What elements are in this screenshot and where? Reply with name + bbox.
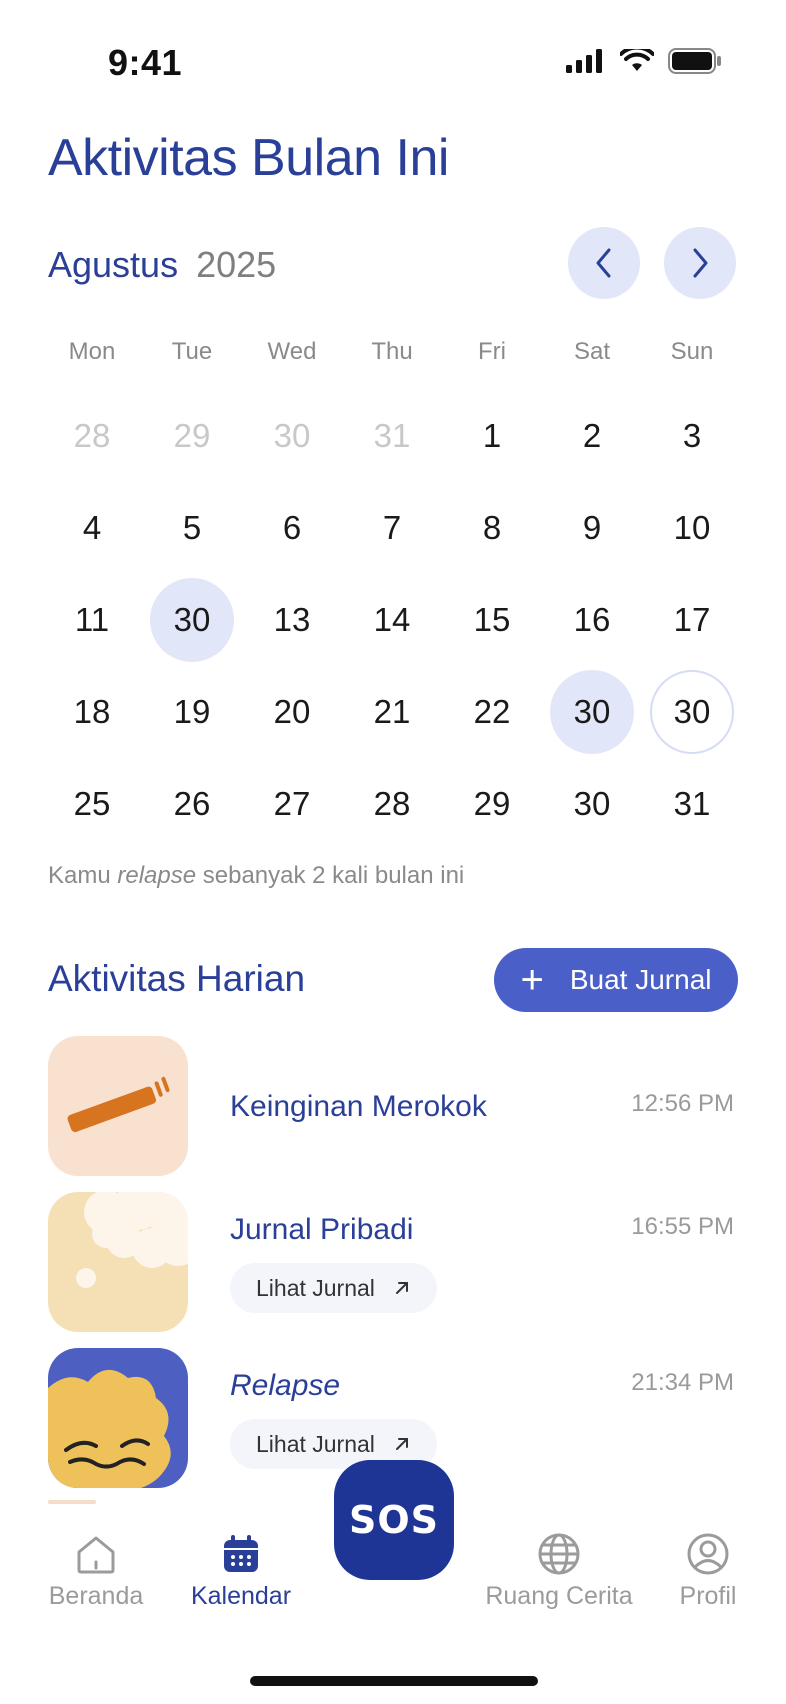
calendar-day[interactable]: 1 <box>442 390 542 482</box>
year-label: 2025 <box>196 244 277 285</box>
next-item-peek <box>48 1500 96 1504</box>
calendar-icon <box>224 1535 258 1572</box>
month-label: Agustus <box>48 244 179 285</box>
calendar-day[interactable]: 4 <box>42 482 142 574</box>
section-title-daily: Aktivitas Harian <box>48 958 306 999</box>
calendar-day[interactable]: 18 <box>42 666 142 758</box>
calendar-week: 25 26 27 28 29 30 31 <box>42 758 742 850</box>
signal-icon <box>566 49 602 73</box>
calendar-day[interactable]: 30 <box>542 758 642 850</box>
activity-title: Jurnal Pribadi <box>230 1213 414 1246</box>
calendar-day[interactable]: 11 <box>42 574 142 666</box>
sad-face-icon <box>48 1348 188 1488</box>
activity-item[interactable] <box>48 1192 188 1332</box>
activity-time: 21:34 PM <box>631 1369 734 1396</box>
home-icon <box>77 1536 115 1574</box>
calendar-day[interactable]: 13 <box>242 574 342 666</box>
relapse-summary: Kamu relapse sebanyak 2 kali bulan ini <box>48 862 465 889</box>
calendar-day[interactable]: 28 <box>342 758 442 850</box>
calendar-day[interactable]: 8 <box>442 482 542 574</box>
nav-label: Beranda <box>48 1582 144 1610</box>
calendar-day[interactable]: 15 <box>442 574 542 666</box>
calendar-day[interactable]: 16 <box>542 574 642 666</box>
calendar-week: 28 29 30 31 1 2 3 <box>42 390 742 482</box>
weekday-header: Mon Tue Wed Thu Fri Sat Sun <box>42 330 742 374</box>
nav-label: Kalendar <box>190 1582 292 1610</box>
wifi-icon <box>620 49 654 71</box>
weekday-label: Wed <box>267 338 317 365</box>
calendar-day[interactable]: 3 <box>642 390 742 482</box>
calendar-day[interactable]: 19 <box>142 666 242 758</box>
plus-icon: + <box>520 958 544 1002</box>
calendar-day[interactable]: 31 <box>342 390 442 482</box>
calendar-day[interactable]: 6 <box>242 482 342 574</box>
calendar-day[interactable]: 26 <box>142 758 242 850</box>
calendar-day-today[interactable]: 30 <box>642 666 742 758</box>
status-icons <box>566 48 722 74</box>
calendar-day[interactable]: 9 <box>542 482 642 574</box>
view-journal-label: Lihat Jurnal <box>256 1274 375 1301</box>
calendar-day[interactable]: 5 <box>142 482 242 574</box>
home-indicator <box>250 1676 538 1686</box>
calendar-day[interactable]: 30 <box>242 390 342 482</box>
create-journal-button[interactable]: + Buat Jurnal <box>494 948 738 1012</box>
nav-label: Profil <box>679 1582 737 1610</box>
nav-item-kalendar[interactable]: Kalendar <box>186 1532 296 1611</box>
weekday-label: Sun <box>670 338 714 365</box>
calendar-day[interactable]: 14 <box>342 574 442 666</box>
profile-icon <box>687 1533 729 1575</box>
create-journal-label: Buat Jurnal <box>569 964 712 995</box>
sos-button[interactable]: SOS <box>334 1460 454 1580</box>
calendar-day[interactable]: 29 <box>142 390 242 482</box>
calendar-day[interactable]: 28 <box>42 390 142 482</box>
calendar-day[interactable]: 2 <box>542 390 642 482</box>
calendar-day[interactable]: 22 <box>442 666 542 758</box>
calendar-week: 18 19 20 21 22 30 30 <box>42 666 742 758</box>
chevron-right-icon <box>693 248 708 278</box>
view-journal-label: Lihat Jurnal <box>256 1430 375 1457</box>
battery-icon <box>668 48 721 74</box>
arrow-up-right-icon <box>395 1438 408 1450</box>
calendar-day[interactable]: 21 <box>342 666 442 758</box>
view-journal-link[interactable]: Lihat Jurnal <box>230 1263 437 1313</box>
month-year: Agustus 2025 <box>48 244 276 286</box>
calendar-day[interactable]: 10 <box>642 482 742 574</box>
calendar-day[interactable]: 20 <box>242 666 342 758</box>
thought-cloud-icon <box>48 1192 188 1332</box>
calendar-week: 11 30 13 14 15 16 17 <box>42 574 742 666</box>
calendar-week: 4 5 6 7 8 9 10 <box>42 482 742 574</box>
calendar-day[interactable]: 17 <box>642 574 742 666</box>
weekday-label: Thu <box>371 338 413 365</box>
arrow-up-right-icon <box>395 1282 408 1294</box>
activity-item[interactable] <box>48 1348 188 1488</box>
page-title: Aktivitas Bulan Ini <box>48 129 449 187</box>
activity-item[interactable] <box>48 1036 188 1176</box>
prev-month-button[interactable] <box>568 227 640 299</box>
nav-item-ruang-cerita[interactable]: Ruang Cerita <box>484 1532 634 1611</box>
weekday-label: Tue <box>171 338 213 365</box>
calendar-day-highlighted[interactable]: 30 <box>142 574 242 666</box>
nav-label: Ruang Cerita <box>485 1582 633 1610</box>
weekday-label: Mon <box>68 338 116 365</box>
next-month-button[interactable] <box>664 227 736 299</box>
activity-title: Relapse <box>230 1369 341 1402</box>
globe-icon <box>538 1533 580 1575</box>
calendar-day[interactable]: 25 <box>42 758 142 850</box>
nav-item-beranda[interactable]: Beranda <box>48 1532 144 1611</box>
activity-time: 16:55 PM <box>631 1213 734 1240</box>
calendar-grid: Mon Tue Wed Thu Fri Sat Sun 28 29 30 31 … <box>42 330 742 850</box>
cigarette-icon <box>48 1036 188 1176</box>
calendar-day[interactable]: 7 <box>342 482 442 574</box>
weekday-label: Fri <box>478 338 506 365</box>
calendar-day[interactable]: 27 <box>242 758 342 850</box>
weekday-label: Sat <box>573 338 611 365</box>
activity-time: 12:56 PM <box>631 1090 734 1117</box>
status-time: 9:41 <box>108 42 183 83</box>
calendar-day[interactable]: 31 <box>642 758 742 850</box>
calendar-day[interactable]: 29 <box>442 758 542 850</box>
nav-item-profil[interactable]: Profil <box>672 1532 744 1611</box>
calendar-day-highlighted[interactable]: 30 <box>542 666 642 758</box>
chevron-left-icon <box>596 248 611 278</box>
activity-title: Keinginan Merokok <box>230 1090 487 1123</box>
